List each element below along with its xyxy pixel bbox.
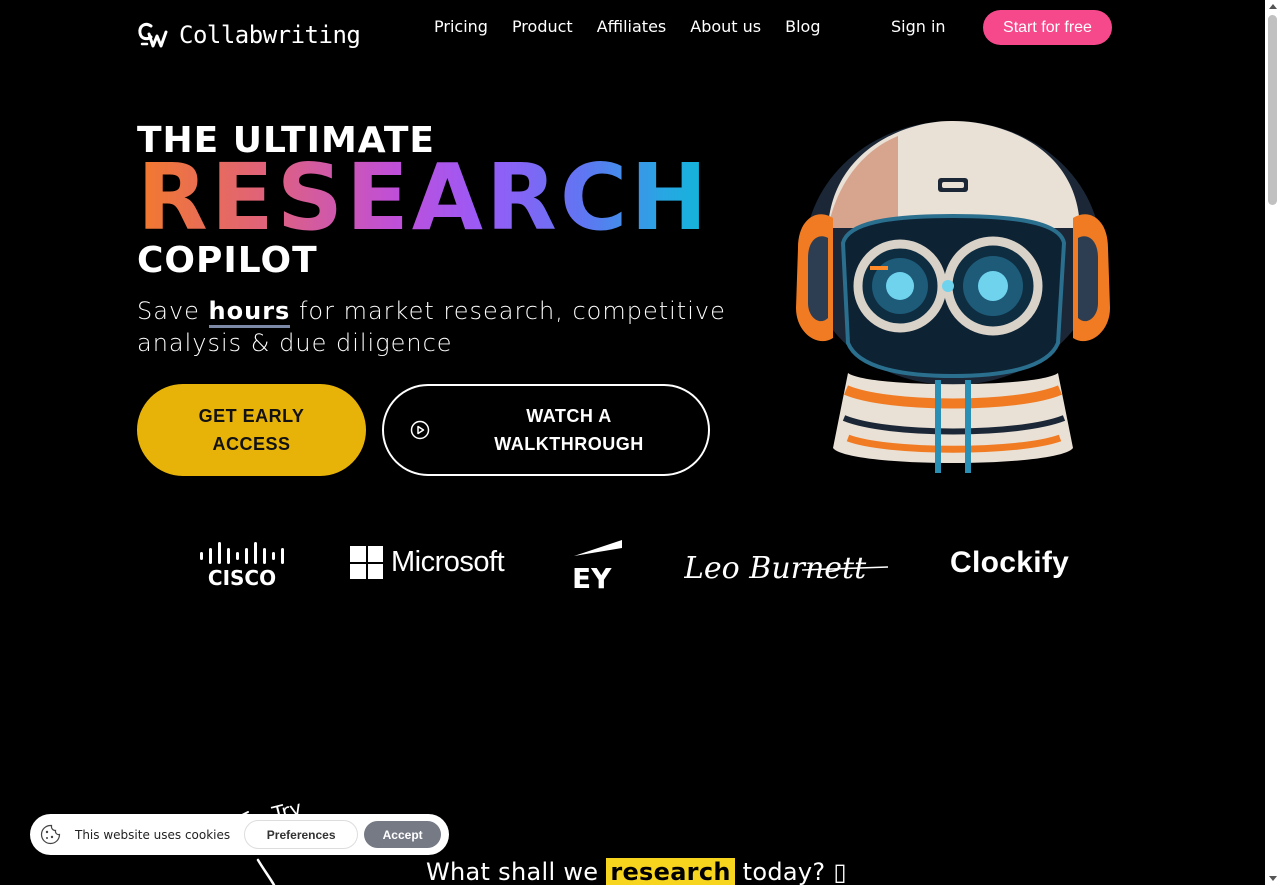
cisco-text: CISCO bbox=[208, 566, 276, 588]
ey-logo: EY bbox=[572, 540, 622, 590]
nav-affiliates[interactable]: Affiliates bbox=[597, 17, 667, 36]
nav-product[interactable]: Product bbox=[512, 17, 573, 36]
cisco-logo: CISCO bbox=[200, 542, 284, 588]
heading-prefix: What shall we bbox=[426, 858, 607, 885]
nav-blog[interactable]: Blog bbox=[785, 17, 820, 36]
subtitle-prefix: Save bbox=[137, 297, 209, 325]
hero-title-research: RESEARCH bbox=[137, 144, 711, 251]
nav-pricing[interactable]: Pricing bbox=[434, 17, 488, 36]
ey-text: EY bbox=[572, 562, 612, 590]
subtitle-highlight: hours bbox=[208, 297, 291, 328]
cookie-preferences-button[interactable]: Preferences bbox=[244, 820, 359, 849]
clockify-logo: Clockify bbox=[950, 546, 1070, 579]
collabwriting-logo-icon bbox=[138, 22, 168, 48]
scrollbar-thumb[interactable] bbox=[1268, 15, 1277, 205]
watch-walkthrough-label: WATCH A WALKTHROUGH bbox=[494, 406, 644, 454]
scroll-down-arrow-icon[interactable] bbox=[1269, 876, 1277, 881]
hero-subtitle: Save hours for market research, competit… bbox=[137, 295, 727, 359]
brand-name: Collabwriting bbox=[179, 21, 361, 49]
leo-burnett-logo: Leo Burnett bbox=[684, 551, 889, 586]
astronaut-robot-illustration bbox=[796, 120, 1110, 473]
start-for-free-button[interactable]: Start for free bbox=[983, 10, 1112, 45]
watch-walkthrough-button[interactable]: WATCH A WALKTHROUGH bbox=[382, 384, 710, 476]
brand-logo[interactable]: Collabwriting bbox=[137, 20, 361, 50]
get-early-access-button[interactable]: GET EARLY ACCESS bbox=[137, 384, 366, 476]
cookie-icon bbox=[40, 824, 61, 845]
microsoft-logo: Microsoft bbox=[350, 546, 505, 579]
client-logos: CISCO Microsoft EY Leo Burnett Clockify bbox=[0, 538, 1265, 593]
windows-icon bbox=[350, 546, 383, 579]
heading-suffix: today? ▯ bbox=[734, 858, 847, 885]
sign-in-link[interactable]: Sign in bbox=[891, 17, 946, 36]
play-circle-icon bbox=[410, 420, 430, 440]
nav-about-us[interactable]: About us bbox=[690, 17, 761, 36]
cookie-accept-button[interactable]: Accept bbox=[364, 821, 442, 848]
scroll-up-arrow-icon[interactable] bbox=[1269, 4, 1277, 9]
page-scrollbar[interactable] bbox=[1265, 0, 1280, 885]
microsoft-text: Microsoft bbox=[391, 546, 505, 578]
cookie-message: This website uses cookies bbox=[75, 827, 231, 842]
cookie-banner: This website uses cookies Preferences Ac… bbox=[30, 814, 449, 855]
research-prompt-heading: What shall we research today? ▯ bbox=[426, 858, 847, 885]
hero-title-line3: COPILOT bbox=[137, 240, 318, 281]
heading-highlight: research bbox=[606, 858, 735, 885]
main-nav: Pricing Product Affiliates About us Blog bbox=[434, 17, 821, 36]
